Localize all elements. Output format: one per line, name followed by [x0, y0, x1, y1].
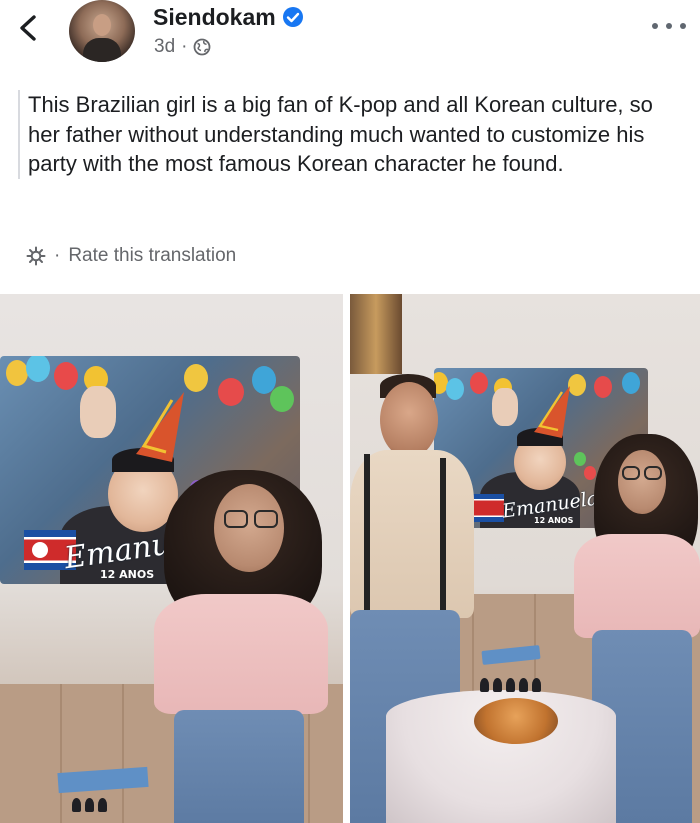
- cake-figures: [480, 678, 541, 692]
- suspender: [440, 458, 446, 618]
- balloon-icon: [54, 362, 78, 390]
- figure-icon: [98, 798, 107, 812]
- waving-hand: [492, 388, 518, 426]
- party-hat-icon: [534, 386, 570, 438]
- post-text: This Brazilian girl is a big fan of K-po…: [28, 92, 653, 176]
- wall-lamp: [350, 294, 402, 374]
- balloon-icon: [6, 360, 28, 386]
- photo-right[interactable]: Emanuela 12 ANOS: [350, 294, 700, 823]
- figure-icon: [493, 678, 502, 692]
- glasses-lens: [254, 510, 278, 528]
- flag-emblem: [32, 542, 48, 558]
- more-dot-icon: [666, 23, 672, 29]
- cake-figures: [72, 798, 107, 812]
- chevron-left-icon: [20, 15, 36, 41]
- post-header: Siendokam 3d ·: [0, 0, 700, 78]
- balloon-icon: [26, 356, 50, 382]
- banner-age: 12 ANOS: [100, 568, 155, 581]
- post-body: This Brazilian girl is a big fan of K-po…: [18, 90, 686, 179]
- glasses-lens: [644, 466, 662, 480]
- birthday-cake: [474, 698, 558, 744]
- author-name[interactable]: Siendokam: [153, 4, 276, 31]
- rate-translation-link[interactable]: Rate this translation: [68, 245, 236, 267]
- globe-icon: [194, 38, 211, 56]
- avatar-face: [93, 14, 111, 36]
- figure-icon: [532, 678, 541, 692]
- glasses-lens: [622, 466, 640, 480]
- balloon-icon: [218, 378, 244, 406]
- figure-icon: [519, 678, 528, 692]
- girl-left: [150, 464, 340, 823]
- girl-jeans: [174, 710, 304, 823]
- party-hat-icon: [136, 392, 184, 462]
- girl-top: [154, 594, 328, 714]
- more-dot-icon: [680, 23, 686, 29]
- figure-icon: [506, 678, 515, 692]
- gear-icon: [26, 246, 46, 266]
- author-row: Siendokam: [153, 2, 304, 32]
- figure-icon: [72, 798, 81, 812]
- back-button[interactable]: [14, 12, 42, 44]
- post-time[interactable]: 3d: [154, 36, 175, 58]
- father-face: [380, 382, 438, 458]
- balloon-icon: [184, 364, 208, 392]
- verified-badge-icon: [282, 7, 303, 27]
- waving-hand: [80, 386, 116, 438]
- glasses-lens: [224, 510, 248, 528]
- balloon-icon: [622, 372, 640, 394]
- translation-row: · Rate this translation: [26, 245, 236, 267]
- girl-face: [618, 450, 666, 514]
- balloon-icon: [594, 376, 612, 398]
- photo-left[interactable]: Emanuel 12 ANOS: [0, 294, 343, 823]
- girl-face: [214, 484, 284, 572]
- meta-separator: ·: [181, 36, 188, 57]
- more-dot-icon: [652, 23, 658, 29]
- banner-age: 12 ANOS: [534, 516, 574, 525]
- suspender: [364, 454, 370, 618]
- author-avatar[interactable]: [69, 0, 135, 62]
- avatar-shirt: [83, 38, 121, 62]
- more-options-button[interactable]: [652, 16, 686, 36]
- girl-top: [574, 534, 700, 638]
- translation-separator: ·: [54, 245, 61, 266]
- balloon-icon: [270, 386, 294, 412]
- post-meta: 3d ·: [154, 36, 211, 58]
- figure-icon: [85, 798, 94, 812]
- figure-icon: [480, 678, 489, 692]
